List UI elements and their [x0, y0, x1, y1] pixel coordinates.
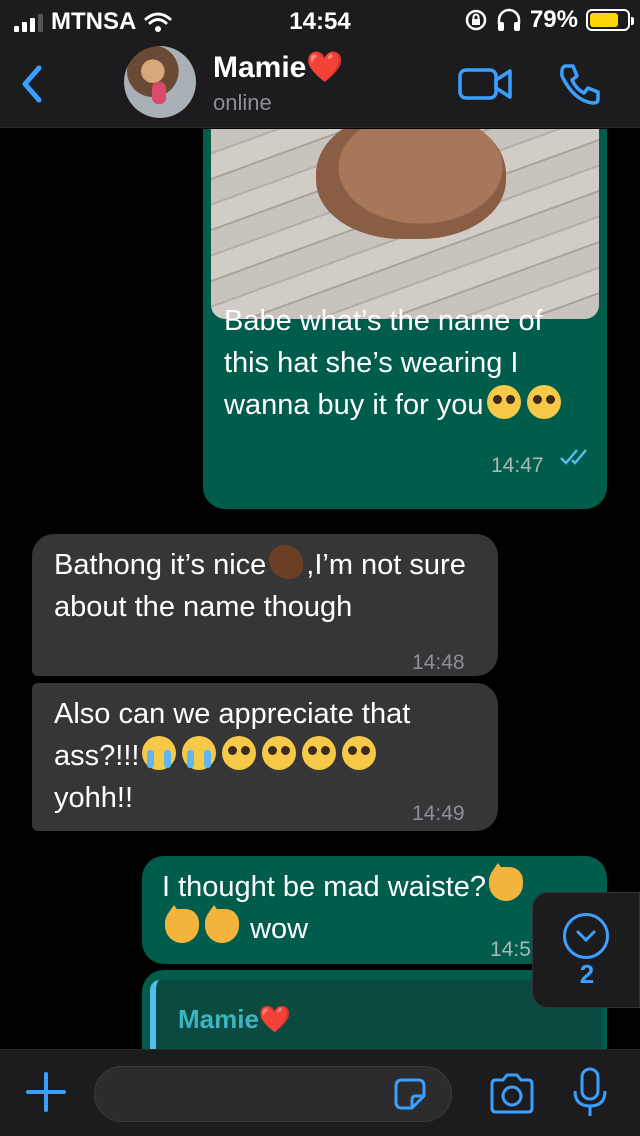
- battery-icon: [586, 9, 634, 31]
- message-input-bar: [0, 1049, 640, 1136]
- cat-tears-of-joy-emoji: [489, 863, 524, 901]
- pleading-face-emoji: [302, 736, 337, 770]
- battery-percent: 79%: [529, 6, 578, 33]
- avatar[interactable]: [124, 46, 196, 118]
- phone-call-button[interactable]: [556, 60, 604, 108]
- phone-call-icon: [560, 64, 600, 105]
- headphones-icon: [497, 8, 521, 31]
- scroll-to-bottom-button[interactable]: 2: [532, 892, 640, 1008]
- pleading-face-emoji: [342, 736, 377, 770]
- reply-quote-name: Mamie❤️: [178, 1004, 292, 1034]
- message-outgoing-photo[interactable]: Babe what’s the name of this hat she’s w…: [203, 129, 607, 509]
- message-text-after: wow: [250, 913, 309, 945]
- message-time: 14:48: [412, 651, 465, 674]
- contact-status: online: [213, 90, 272, 115]
- back-chevron-icon: [22, 65, 42, 103]
- video-call-icon: [458, 68, 512, 100]
- status-bar: MTNSA 14:54 79%: [0, 0, 640, 40]
- pinched-fingers-emoji: [269, 545, 304, 579]
- video-call-button[interactable]: [458, 62, 514, 106]
- message-incoming[interactable]: Bathong it’s nice ,I’m not sure about the…: [32, 534, 498, 676]
- message-time: 14:5: [490, 938, 531, 961]
- cat-tears-of-joy-emoji: [205, 905, 239, 943]
- message-time: 14:49: [412, 802, 465, 825]
- rotation-lock-icon: [465, 9, 487, 31]
- pleading-face-emoji: [526, 385, 561, 419]
- loudly-crying-face-emoji: [142, 736, 177, 770]
- sticker-icon: [394, 1078, 426, 1110]
- attach-button[interactable]: [24, 1070, 68, 1114]
- cat-tears-of-joy-emoji: [165, 905, 199, 943]
- microphone-icon: [573, 1067, 607, 1116]
- plus-icon: [26, 1072, 66, 1112]
- camera-icon: [490, 1073, 534, 1114]
- camera-button[interactable]: [488, 1072, 536, 1116]
- message-photo[interactable]: [211, 129, 599, 319]
- message-text-before: I thought be mad waiste?: [162, 871, 487, 903]
- microphone-button[interactable]: [570, 1066, 610, 1120]
- sticker-button[interactable]: [392, 1076, 428, 1112]
- chevron-down-circle-icon: [563, 913, 609, 959]
- pleading-face-emoji: [486, 385, 521, 419]
- message-time: 14:47: [491, 454, 544, 477]
- message-text-after: yohh!!: [54, 782, 133, 814]
- chat-header: Mamie❤️ online: [0, 40, 640, 128]
- unread-count-badge: 2: [579, 959, 595, 989]
- contact-name[interactable]: Mamie❤️: [213, 50, 344, 85]
- battery-level-fill: [590, 13, 619, 27]
- status-right: 79%: [464, 6, 634, 34]
- message-text: Babe what’s the name of this hat she’s w…: [224, 300, 584, 426]
- pleading-face-emoji: [222, 736, 257, 770]
- read-ticks-icon: [560, 449, 587, 465]
- chat-messages[interactable]: Babe what’s the name of this hat she’s w…: [0, 129, 640, 1049]
- message-text: Bathong it’s nice ,I’m not sure about the…: [54, 544, 494, 628]
- loudly-crying-face-emoji: [182, 736, 217, 770]
- back-button[interactable]: [12, 60, 52, 108]
- message-text-before: Bathong it’s nice: [54, 549, 267, 581]
- pleading-face-emoji: [262, 736, 297, 770]
- message-incoming[interactable]: Also can we appreciate that ass?!!! yohh!…: [32, 683, 498, 831]
